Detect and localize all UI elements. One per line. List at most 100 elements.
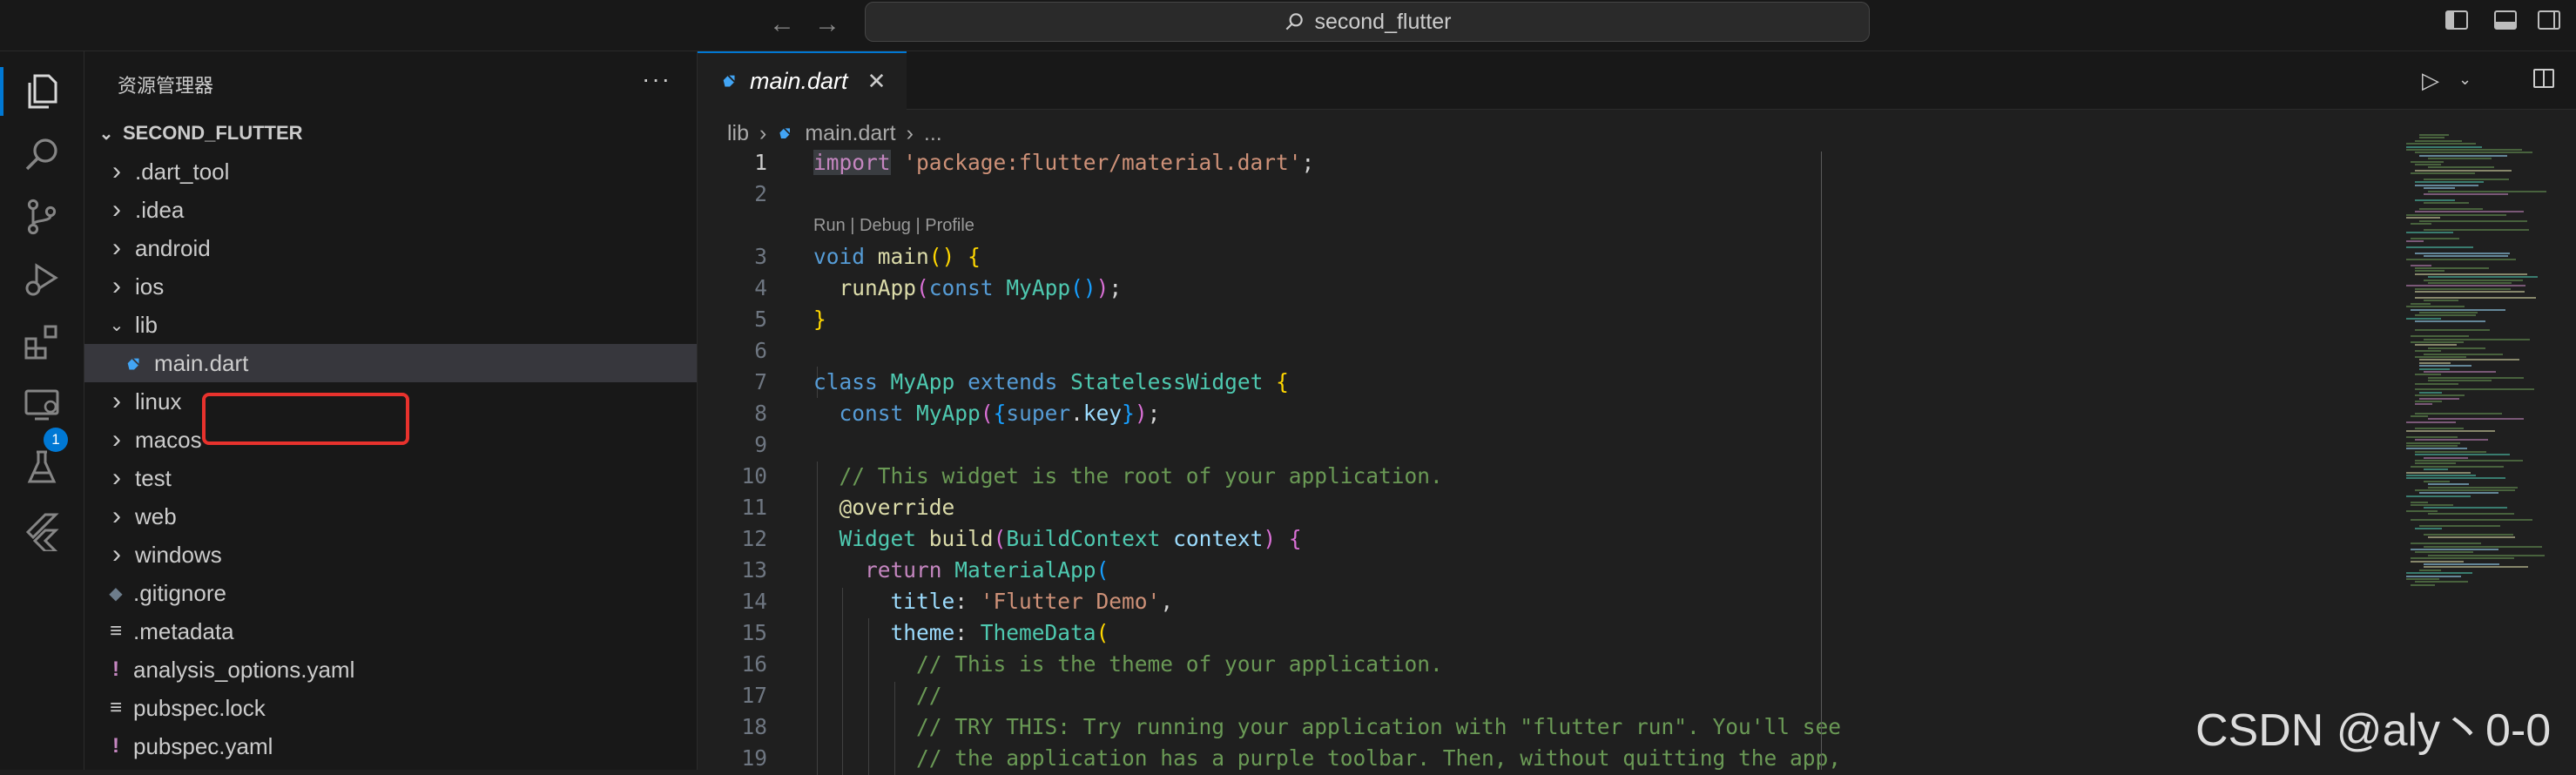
tree-item-label: web (135, 502, 177, 529)
minimap-line (2406, 145, 2483, 148)
extensions-icon[interactable] (0, 311, 84, 374)
chevron-right-icon: › (112, 157, 121, 185)
workspace-root-folder[interactable]: ⌄ SECOND_FLUTTER (93, 116, 303, 151)
codelens[interactable]: Run | Debug | Profile (698, 210, 1821, 241)
tree-item[interactable]: › android (84, 229, 697, 267)
minimap-line (2411, 160, 2445, 163)
dart-file-icon (779, 127, 791, 138)
minimap-line (2424, 480, 2451, 482)
minimap-line (2428, 536, 2515, 539)
explorer-icon[interactable] (0, 60, 84, 123)
tree-item[interactable]: › .idea (84, 191, 697, 229)
minimap-line (2419, 219, 2528, 222)
more-actions-icon[interactable]: ··· (642, 65, 671, 93)
minimap-line (2428, 513, 2514, 516)
search-icon[interactable] (0, 123, 84, 185)
minimap-line (2411, 223, 2432, 225)
git-file-icon: ◆ (109, 583, 123, 603)
tree-item-label: pubspec.yaml (133, 732, 273, 759)
minimap-line (2428, 418, 2525, 421)
run-and-debug-icon[interactable] (0, 248, 84, 311)
minimap-line (2406, 475, 2476, 476)
tree-item-label: windows (135, 541, 222, 568)
command-center-text: second_flutter (1314, 9, 1452, 34)
tree-item[interactable]: ≡ pubspec.lock (84, 689, 697, 727)
code-line: 8 const MyApp({super.key}); (698, 398, 1821, 429)
toggle-panel-icon[interactable] (2494, 10, 2517, 30)
split-editor-icon[interactable] (2533, 69, 2554, 88)
tree-item[interactable]: ! analysis_options.yaml (84, 650, 697, 689)
remote-explorer-icon[interactable] (0, 374, 84, 436)
toggle-secondary-sidebar-icon[interactable] (2538, 10, 2560, 30)
toggle-primary-sidebar-icon[interactable] (2445, 10, 2468, 30)
tree-item[interactable]: ! pubspec.yaml (84, 727, 697, 765)
forward-arrow-icon[interactable]: → (812, 9, 843, 40)
codelens-run-debug-profile[interactable]: Run | Debug | Profile (813, 210, 974, 241)
code-line: 16 // This is the theme of your applicat… (698, 649, 1821, 680)
command-center-search[interactable]: second_flutter (865, 2, 1870, 42)
yaml-file-icon: ! (112, 657, 119, 681)
code-line: 4 runApp(const MyApp()); (698, 273, 1821, 304)
breadcrumb-folder[interactable]: lib (727, 121, 749, 146)
minimap-line (2428, 276, 2539, 279)
tree-item[interactable]: › web (84, 497, 697, 536)
minimap-line (2424, 179, 2509, 180)
testing-icon[interactable] (0, 436, 84, 499)
tree-item[interactable]: › ios (84, 267, 697, 306)
chevron-right-icon: › (112, 272, 121, 300)
code-line: 9 (698, 429, 1821, 461)
minimap-line (2428, 380, 2492, 382)
tree-item-label: test (135, 464, 172, 491)
code-line: 7 class MyApp extends StatelessWidget { (698, 367, 1821, 398)
minimap-line (2411, 583, 2436, 586)
code-editor[interactable]: 1 import 'package:flutter/material.dart';… (698, 147, 1841, 775)
minimap-line (2415, 382, 2458, 385)
line-number: 1 (754, 150, 767, 175)
editor-tabs: main.dart ✕ ▷ ⌄ (698, 51, 2576, 110)
minimap-line (2415, 297, 2536, 299)
minimap-line (2415, 181, 2485, 184)
minimap-line (2411, 560, 2465, 563)
code-line: 2 (698, 179, 1821, 210)
chevron-right-icon: › (112, 233, 121, 262)
breadcrumb-symbols[interactable]: ... (924, 121, 942, 146)
code-line: 1 import 'package:flutter/material.dart'; (698, 147, 1821, 179)
minimap-line (2406, 285, 2525, 287)
tree-item[interactable]: ◆ .gitignore (84, 574, 697, 612)
back-arrow-icon[interactable]: ← (766, 9, 798, 40)
breadcrumb-file[interactable]: main.dart (805, 121, 895, 146)
line-number: 3 (754, 244, 767, 269)
chevron-right-icon: › (906, 121, 914, 145)
annotation-highlight-box (202, 393, 409, 445)
flutter-icon[interactable] (0, 499, 84, 562)
run-icon[interactable]: ▷ (2422, 67, 2439, 94)
tree-item[interactable]: ≡ .metadata (84, 612, 697, 650)
tree-item[interactable]: › .dart_tool (84, 152, 697, 191)
minimap-line (2406, 143, 2476, 145)
minimap[interactable] (2406, 134, 2572, 770)
tree-item[interactable]: ⌄ lib (84, 306, 697, 344)
tree-item[interactable]: › test (84, 459, 697, 497)
minimap-line (2406, 509, 2438, 512)
tree-item-label: lib (135, 311, 158, 338)
explorer-sidebar: 资源管理器 ··· ⌄ SECOND_FLUTTER › .dart_tool ›.… (84, 51, 698, 770)
minimap-line (2424, 534, 2514, 536)
chevron-down-icon[interactable]: ⌄ (2458, 71, 2471, 89)
tree-item[interactable]: main.dart (84, 344, 697, 382)
minimap-line (2424, 353, 2503, 355)
explorer-title: 资源管理器 (118, 75, 214, 97)
minimap-line (2415, 314, 2477, 317)
tree-item[interactable]: › windows (84, 536, 697, 574)
tab-main-dart[interactable]: main.dart ✕ (698, 51, 907, 110)
minimap-line (2424, 300, 2459, 302)
minimap-line (2411, 542, 2481, 545)
code-line: 15 theme: ThemeData( (698, 617, 1821, 649)
title-bar: ← → second_flutter (0, 0, 2576, 51)
minimap-line (2415, 412, 2503, 414)
text-file-icon: ≡ (109, 619, 122, 643)
minimap-line (2415, 270, 2445, 273)
source-control-icon[interactable] (0, 185, 84, 248)
minimap-line (2424, 563, 2500, 565)
close-icon[interactable]: ✕ (867, 68, 887, 95)
search-icon (1286, 13, 1304, 30)
